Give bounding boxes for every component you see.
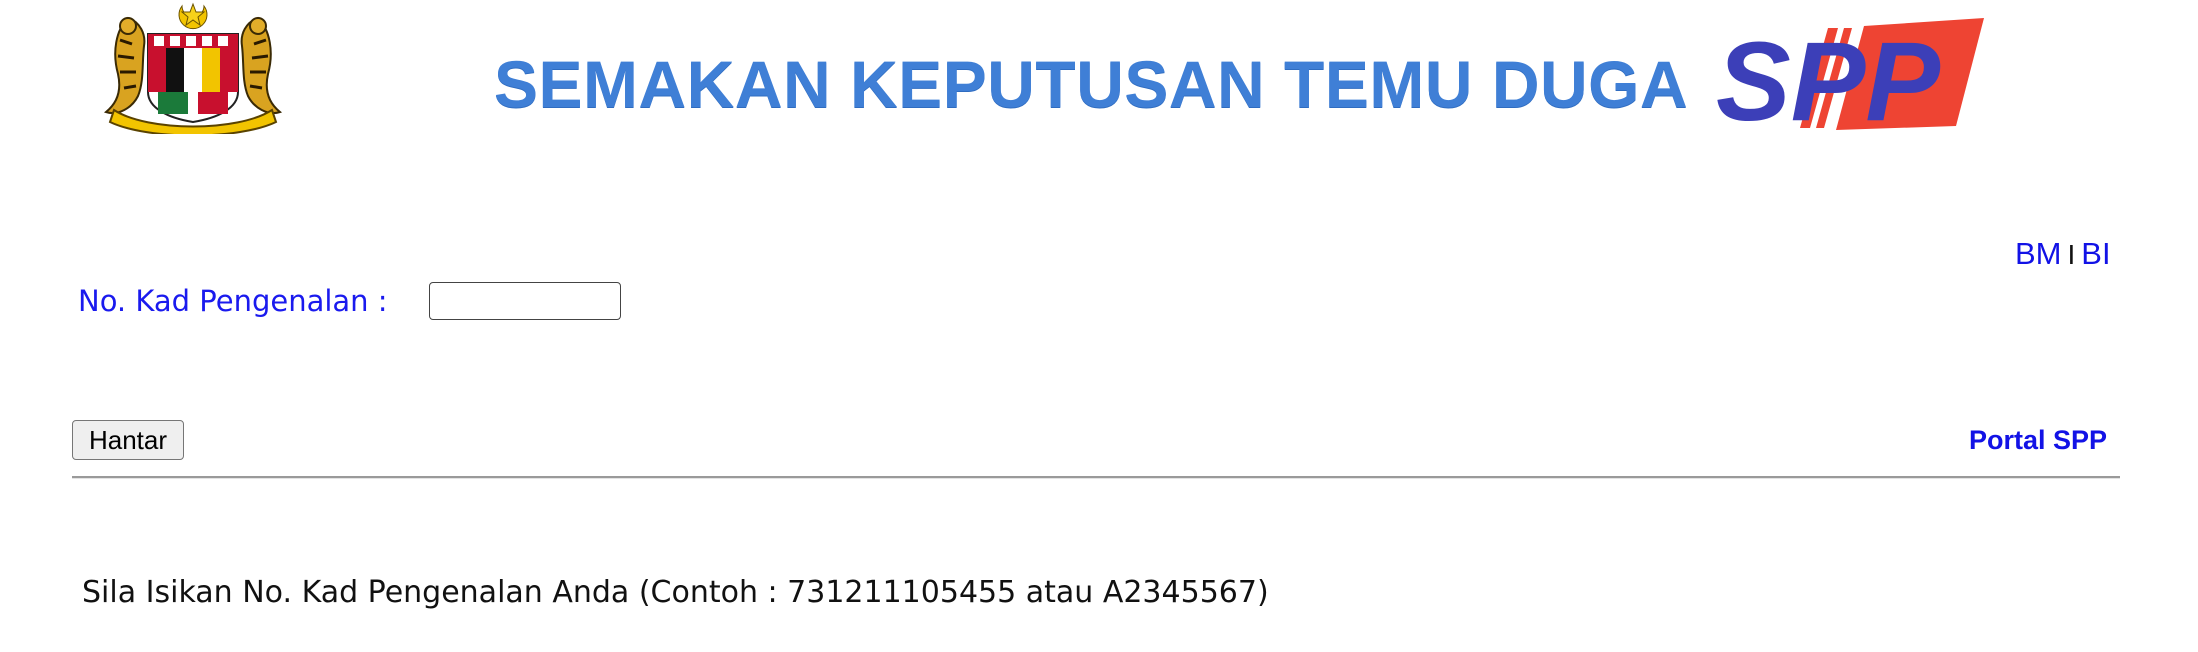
ic-number-label: No. Kad Pengenalan :: [78, 284, 388, 318]
portal-spp-link[interactable]: Portal SPP: [1969, 425, 2107, 456]
divider: [72, 476, 2120, 479]
lang-bi-link[interactable]: BI: [2081, 236, 2110, 271]
submit-button[interactable]: Hantar: [72, 420, 184, 460]
language-switch: BM I BI: [2015, 236, 2111, 272]
coat-of-arms-logo: [103, 2, 283, 134]
page-title: SEMAKAN KEPUTUSAN TEMU DUGA: [494, 47, 1689, 121]
lang-separator: I: [2067, 239, 2076, 270]
spp-logo-text: SPP: [1716, 19, 1940, 130]
spp-logo: SPP: [1716, 18, 1984, 130]
instruction-text: Sila Isikan No. Kad Pengenalan Anda (Con…: [82, 575, 1269, 610]
lang-bm-link[interactable]: BM: [2015, 236, 2062, 271]
ic-number-input[interactable]: [429, 282, 621, 320]
